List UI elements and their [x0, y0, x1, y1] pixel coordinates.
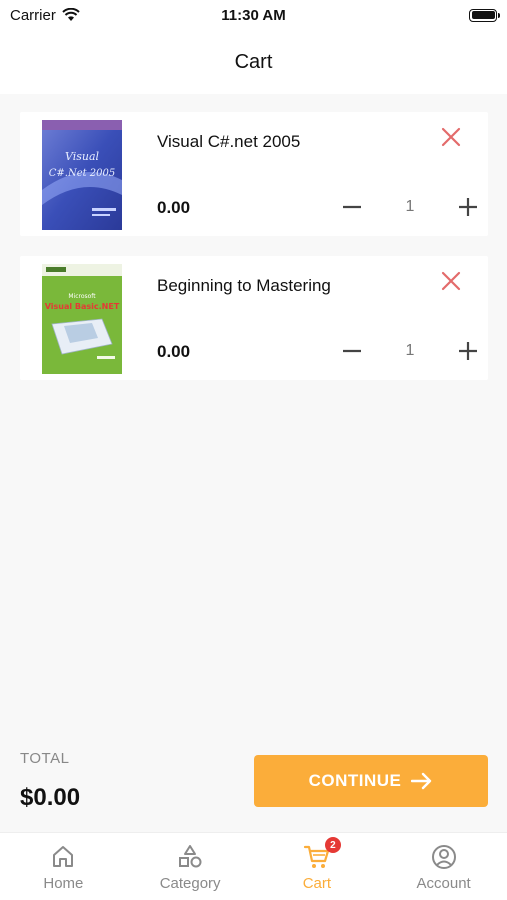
quantity-stepper: 1: [340, 336, 480, 366]
account-icon: [431, 845, 456, 869]
close-icon: [441, 127, 461, 147]
arrow-right-icon: [411, 772, 432, 790]
decrease-button[interactable]: [340, 195, 364, 219]
svg-text:C#.Net 2005: C#.Net 2005: [49, 168, 116, 179]
close-icon: [441, 271, 461, 291]
item-title: Beginning to Mastering: [157, 276, 331, 295]
tab-account[interactable]: Account: [380, 833, 507, 900]
home-icon: [53, 846, 74, 867]
tab-cart[interactable]: 2 Cart: [254, 833, 381, 900]
remove-item-button[interactable]: [440, 270, 462, 292]
svg-text:Microsoft: Microsoft: [68, 293, 96, 300]
minus-icon: [343, 205, 361, 209]
increase-button[interactable]: [456, 339, 480, 363]
quantity-value: 1: [405, 342, 415, 359]
continue-button[interactable]: CONTINUE: [254, 755, 488, 807]
total-label: TOTAL: [20, 750, 70, 767]
tab-label: Home: [43, 875, 84, 892]
continue-label: CONTINUE: [308, 771, 402, 790]
total-value: $0.00: [20, 784, 81, 811]
plus-icon: [459, 342, 477, 360]
tab-home[interactable]: Home: [0, 833, 127, 900]
decrease-button[interactable]: [340, 339, 364, 363]
remove-item-button[interactable]: [440, 126, 462, 148]
cart-item: Visual C#.Net 2005 Visual C#.net 2005 0.…: [20, 112, 488, 236]
increase-button[interactable]: [456, 195, 480, 219]
svg-text:Visual Basic.NET: Visual Basic.NET: [45, 302, 120, 311]
cart-count-badge: 2: [324, 837, 341, 853]
cart-icon-wrapper: 2: [303, 837, 341, 871]
category-icon: [179, 845, 202, 868]
page-header: Cart: [0, 30, 507, 94]
tab-label: Cart: [302, 875, 332, 892]
item-price: 0.00: [157, 198, 191, 217]
wifi-icon: [62, 8, 80, 21]
quantity-value: 1: [405, 198, 415, 215]
item-price: 0.00: [157, 342, 191, 361]
tab-category[interactable]: Category: [127, 833, 254, 900]
svg-text:Visual: Visual: [65, 150, 100, 163]
battery-icon: [469, 8, 500, 22]
book-cover-image: Visual C#.Net 2005: [42, 120, 122, 230]
plus-icon: [459, 198, 477, 216]
minus-icon: [343, 349, 361, 353]
carrier-label: Carrier: [10, 6, 56, 24]
status-bar: Carrier 11:30 AM: [0, 0, 507, 30]
page-title: Cart: [234, 50, 273, 73]
cart-item: Microsoft Visual Basic.NET Beginning to …: [20, 256, 488, 380]
quantity-stepper: 1: [340, 192, 480, 222]
tab-label: Account: [416, 875, 471, 892]
bottom-tab-bar: Home Category 2 Cart Account: [0, 832, 507, 900]
cart-list: Visual C#.Net 2005 Visual C#.net 2005 0.…: [20, 112, 488, 400]
book-cover-image: Microsoft Visual Basic.NET: [42, 264, 122, 374]
item-title: Visual C#.net 2005: [157, 132, 301, 151]
carrier-info: Carrier: [10, 7, 80, 24]
tab-label: Category: [159, 875, 221, 892]
